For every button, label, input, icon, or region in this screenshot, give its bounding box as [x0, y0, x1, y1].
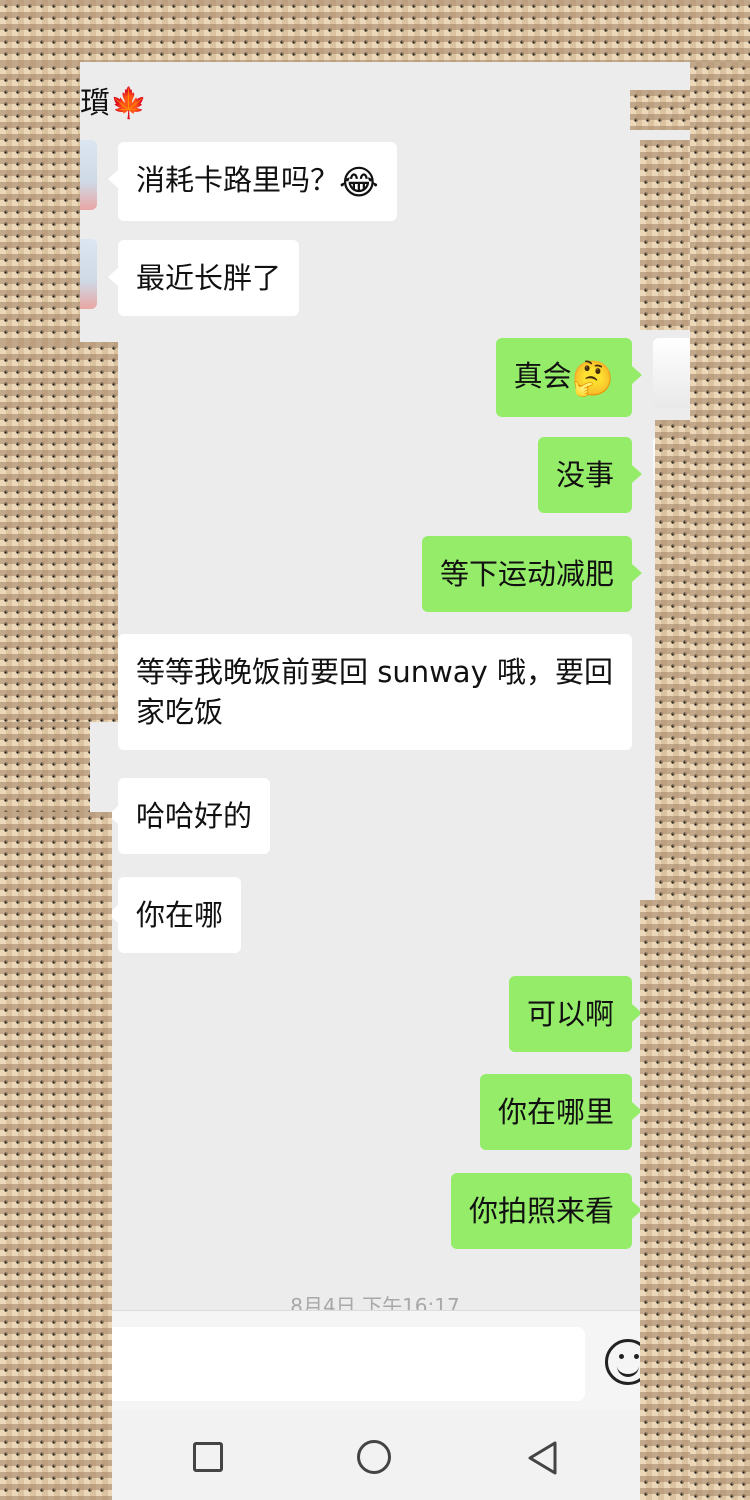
input-bar [0, 1310, 750, 1411]
redaction-overlay [0, 0, 750, 62]
thinking-emoji: 🤔 [571, 359, 614, 399]
message-bubble-outgoing[interactable]: 你拍照来看 [450, 1173, 643, 1249]
recent-apps-icon[interactable] [193, 1442, 223, 1472]
message-text: 你拍照来看 [468, 1194, 614, 1228]
smiley-mouth [617, 1362, 639, 1377]
smiley-eye [619, 1354, 624, 1359]
redaction-overlay [0, 342, 118, 722]
message-bubble-outgoing[interactable]: 真会🤔 [495, 338, 643, 417]
message-bubble-incoming[interactable]: 最近长胖了 [107, 240, 300, 316]
message-text: 最近长胖了 [136, 261, 282, 295]
chat-title[interactable]: 瓆🍁 [80, 78, 147, 122]
message-text: 可以啊 [526, 997, 614, 1031]
redaction-overlay [640, 140, 690, 330]
smiley-eye [634, 1354, 639, 1359]
message-bubble-outgoing[interactable]: 等下运动减肥 [421, 536, 643, 612]
message-text: 等下运动减肥 [439, 557, 614, 591]
message-bubble-outgoing[interactable]: 可以啊 [508, 976, 643, 1052]
maple-leaf-icon: 🍁 [110, 86, 148, 121]
back-icon[interactable] [525, 1440, 561, 1476]
message-bubble-incoming[interactable]: 你在哪 [107, 877, 242, 953]
message-input[interactable] [100, 1327, 585, 1401]
redaction-overlay [640, 900, 690, 1500]
redaction-overlay [655, 420, 690, 900]
redaction-overlay [0, 722, 90, 812]
redaction-overlay [690, 62, 750, 1500]
message-text: 等等我晚饭前要回 sunway 哦，要回家吃饭 [136, 655, 613, 729]
tears-of-joy-emoji: 😂 [339, 163, 379, 203]
system-nav-bar [0, 1410, 750, 1500]
message-text: 哈哈好的 [136, 799, 253, 833]
redaction-overlay [0, 812, 112, 1500]
redaction-overlay [0, 62, 80, 342]
message-bubble-outgoing[interactable]: 你在哪里 [479, 1074, 643, 1150]
message-bubble-incoming[interactable]: 等等我晚饭前要回 sunway 哦，要回家吃饭 [108, 634, 632, 750]
message-bubble-incoming[interactable]: 哈哈好的 [107, 778, 271, 854]
message-bubble-outgoing[interactable]: 没事 [537, 437, 643, 513]
message-bubble-incoming[interactable]: 消耗卡路里吗？😂 [108, 142, 397, 221]
message-text: 真会 [513, 359, 572, 393]
message-text: 没事 [555, 458, 614, 492]
redaction-overlay [630, 90, 690, 130]
message-text: 消耗卡路里吗？ [136, 163, 340, 197]
message-list[interactable]: 消耗卡路里吗？😂 最近长胖了 真会🤔 没事 等下运动减肥 等等我晚饭前要回 su… [0, 140, 750, 1310]
message-text: 你在哪 [136, 898, 224, 932]
chat-title-text: 瓆 [80, 86, 110, 121]
message-text: 你在哪里 [497, 1095, 614, 1129]
home-icon[interactable] [357, 1440, 391, 1474]
